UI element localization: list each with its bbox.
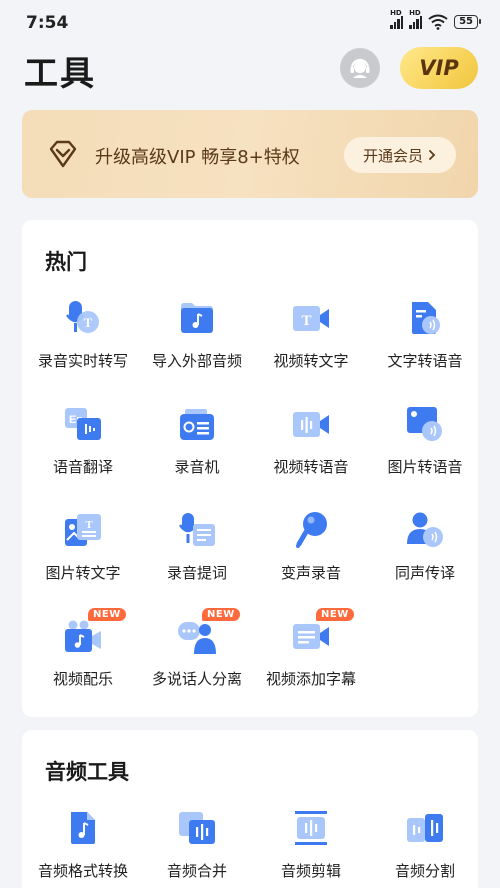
tool-video-subtitle[interactable]: NEW 视频添加字幕	[254, 608, 368, 716]
tool-voice-translate[interactable]: En 语音翻译	[26, 404, 140, 504]
tool-label: 图片转文字	[45, 564, 121, 582]
tool-realtime-transcribe[interactable]: T 录音实时转写	[26, 298, 140, 398]
wifi-icon	[428, 14, 448, 30]
tool-image-to-text[interactable]: T 图片转文字	[26, 510, 140, 610]
tool-speaker-separation[interactable]: NEW 多说话人分离	[140, 608, 254, 716]
tool-recorder[interactable]: 录音机	[140, 404, 254, 504]
signal-icon: HD	[390, 9, 404, 29]
tool-label: 视频转语音	[273, 458, 349, 476]
vip-upgrade-banner[interactable]: 升级高级VIP 畅享8+特权 开通会员	[22, 110, 478, 198]
new-badge: NEW	[88, 608, 126, 621]
section-title: 热门	[45, 250, 87, 274]
audio-merge-icon	[179, 812, 215, 844]
tool-video-music[interactable]: NEW 视频配乐	[26, 608, 140, 716]
tool-label: 图片转语音	[387, 458, 463, 476]
svg-text:T: T	[84, 315, 93, 330]
audio-convert-icon	[71, 812, 95, 844]
tool-simultaneous-interpret[interactable]: 同声传译	[368, 510, 482, 610]
tool-voice-changer[interactable]: 变声录音	[254, 510, 368, 610]
tool-audio-cut[interactable]: 音频剪辑	[254, 808, 368, 888]
svg-text:T: T	[301, 313, 311, 329]
page-title: 工具	[24, 54, 96, 94]
tool-image-to-speech[interactable]: 图片转语音	[368, 404, 482, 504]
tool-video-to-text[interactable]: T 视频转文字	[254, 298, 368, 398]
status-time: 7:54	[26, 13, 69, 33]
tool-teleprompter[interactable]: 录音提词	[140, 510, 254, 610]
video-to-audio-icon	[293, 412, 329, 437]
status-bar: 7:54 HD HD 55	[0, 0, 500, 44]
audio-cut-icon	[295, 811, 327, 845]
tool-label: 音频合并	[166, 862, 227, 880]
new-badge: NEW	[202, 608, 240, 621]
battery-icon: 55	[454, 15, 481, 29]
teleprompter-icon	[178, 513, 215, 546]
recorder-icon	[180, 409, 214, 440]
audio-split-icon	[407, 814, 443, 842]
image-to-text-icon: T	[65, 514, 101, 546]
tool-text-to-speech[interactable]: 文字转语音	[368, 298, 482, 398]
import-audio-icon	[181, 303, 213, 333]
audio-tools-section: 音频工具 音频格式转换 音频合并 音频剪辑 音频分割	[22, 730, 478, 888]
voice-translate-icon: En	[65, 408, 101, 440]
tool-label: 文字转语音	[387, 352, 463, 370]
tool-audio-split[interactable]: 音频分割	[368, 808, 482, 888]
customer-service-button[interactable]	[340, 48, 380, 88]
vip-button[interactable]: VIP	[400, 47, 478, 89]
tool-label: 音频格式转换	[37, 862, 128, 880]
tool-label: 多说话人分离	[151, 670, 242, 688]
video-subtitle-icon	[293, 624, 329, 649]
status-icons: HD HD 55	[390, 9, 481, 30]
banner-text: 升级高级VIP 畅享8+特权	[95, 147, 300, 168]
text-to-speech-icon	[412, 302, 440, 334]
tool-label: 导入外部音频	[151, 352, 242, 370]
tool-label: 同声传译	[394, 564, 455, 582]
tool-label: 录音机	[174, 458, 220, 476]
image-to-speech-icon	[407, 407, 442, 441]
tool-label: 音频分割	[394, 862, 455, 880]
simultaneous-interpret-icon	[407, 512, 443, 547]
svg-text:T: T	[85, 519, 93, 531]
tool-label: 变声录音	[280, 564, 341, 582]
hot-tools-section: 热门 T 录音实时转写 导入外部音频 T 视频转文字 文字转语音 En 语音翻译…	[22, 220, 478, 717]
tool-label: 录音实时转写	[37, 352, 128, 370]
section-title: 音频工具	[45, 760, 129, 784]
tool-label: 视频转文字	[273, 352, 349, 370]
open-membership-button[interactable]: 开通会员	[344, 137, 456, 173]
tool-audio-convert[interactable]: 音频格式转换	[26, 808, 140, 888]
video-music-icon	[65, 620, 101, 652]
voice-changer-icon	[296, 512, 327, 548]
tool-audio-merge[interactable]: 音频合并	[140, 808, 254, 888]
video-to-text-icon: T	[293, 306, 329, 331]
open-membership-label: 开通会员	[362, 146, 423, 165]
headset-icon	[350, 58, 370, 78]
diamond-icon	[49, 140, 77, 168]
tool-import-audio[interactable]: 导入外部音频	[140, 298, 254, 398]
tool-label: 音频剪辑	[280, 862, 341, 880]
tool-label: 语音翻译	[52, 458, 113, 476]
chevron-right-icon	[429, 150, 436, 160]
signal-icon: HD	[409, 9, 423, 29]
new-badge: NEW	[316, 608, 354, 621]
tool-video-to-audio[interactable]: 视频转语音	[254, 404, 368, 504]
speaker-separation-icon	[178, 622, 216, 654]
tool-label: 录音提词	[166, 564, 227, 582]
mic-transcribe-icon: T	[65, 301, 99, 333]
tool-label: 视频添加字幕	[265, 670, 356, 688]
tool-label: 视频配乐	[52, 670, 113, 688]
